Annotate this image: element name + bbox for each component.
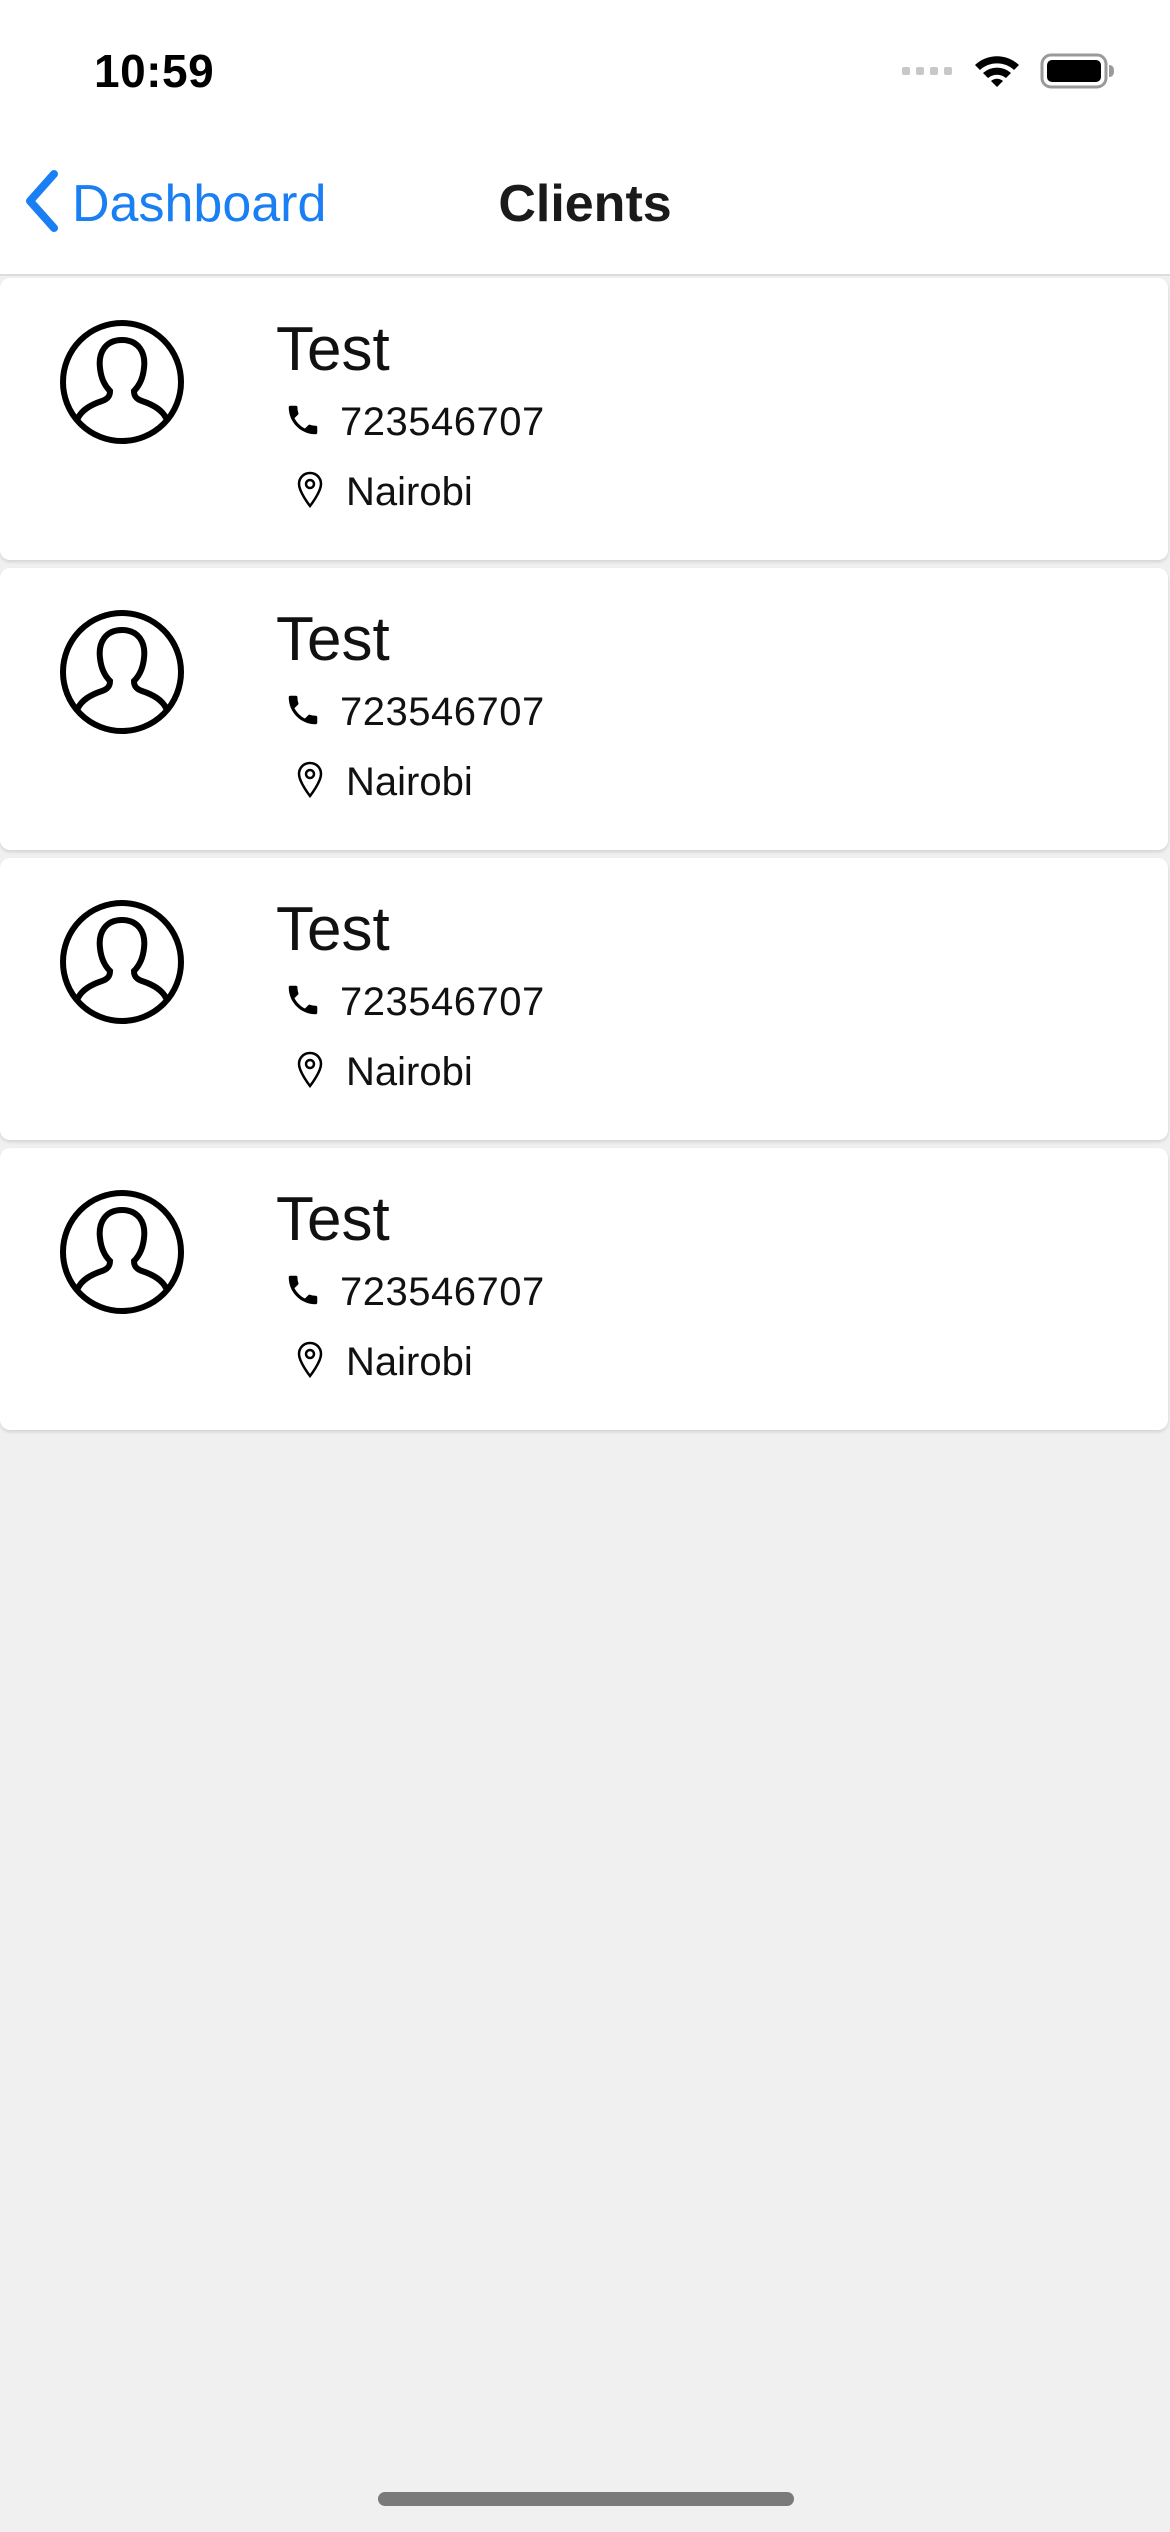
- location-pin-icon: [296, 1340, 324, 1385]
- phone-icon: [284, 401, 322, 444]
- client-name: Test: [276, 895, 390, 964]
- phone-row[interactable]: 723546707: [284, 400, 545, 445]
- location-pin-icon: [296, 470, 324, 515]
- user-avatar-icon: [58, 608, 186, 736]
- battery-icon: [1040, 52, 1116, 95]
- client-card[interactable]: Test 723546707 Nairobi: [0, 1148, 1168, 1430]
- location-row: Nairobi: [296, 470, 473, 515]
- phone-row[interactable]: 723546707: [284, 690, 545, 735]
- client-card[interactable]: Test 723546707 Nairobi: [0, 278, 1168, 560]
- location-row: Nairobi: [296, 760, 473, 805]
- page-title: Clients: [498, 175, 672, 233]
- client-location: Nairobi: [346, 1340, 473, 1384]
- client-list: Test 723546707 Nairobi Test 723546707 Na…: [0, 278, 1170, 1438]
- status-time: 10:59: [94, 45, 215, 97]
- wifi-icon: [972, 52, 1022, 95]
- client-name: Test: [276, 605, 390, 674]
- location-pin-icon: [296, 1050, 324, 1095]
- client-phone: 723546707: [340, 980, 545, 1024]
- phone-row[interactable]: 723546707: [284, 1270, 545, 1315]
- location-row: Nairobi: [296, 1340, 473, 1385]
- home-indicator[interactable]: [378, 2492, 794, 2506]
- client-location: Nairobi: [346, 1050, 473, 1094]
- client-name: Test: [276, 1185, 390, 1254]
- phone-row[interactable]: 723546707: [284, 980, 545, 1025]
- signal-icon: [900, 61, 954, 86]
- phone-icon: [284, 691, 322, 734]
- client-location: Nairobi: [346, 470, 473, 514]
- status-bar: 10:59: [0, 0, 1170, 140]
- user-avatar-icon: [58, 898, 186, 1026]
- client-name: Test: [276, 315, 390, 384]
- location-pin-icon: [296, 760, 324, 805]
- client-phone: 723546707: [340, 400, 545, 444]
- user-avatar-icon: [58, 318, 186, 446]
- status-icons: [900, 52, 1116, 95]
- client-card[interactable]: Test 723546707 Nairobi: [0, 858, 1168, 1140]
- user-avatar-icon: [58, 1188, 186, 1316]
- client-card[interactable]: Test 723546707 Nairobi: [0, 568, 1168, 850]
- phone-icon: [284, 981, 322, 1024]
- client-location: Nairobi: [346, 760, 473, 804]
- phone-icon: [284, 1271, 322, 1314]
- client-phone: 723546707: [340, 690, 545, 734]
- navigation-bar: Dashboard Clients: [0, 140, 1170, 276]
- client-phone: 723546707: [340, 1270, 545, 1314]
- location-row: Nairobi: [296, 1050, 473, 1095]
